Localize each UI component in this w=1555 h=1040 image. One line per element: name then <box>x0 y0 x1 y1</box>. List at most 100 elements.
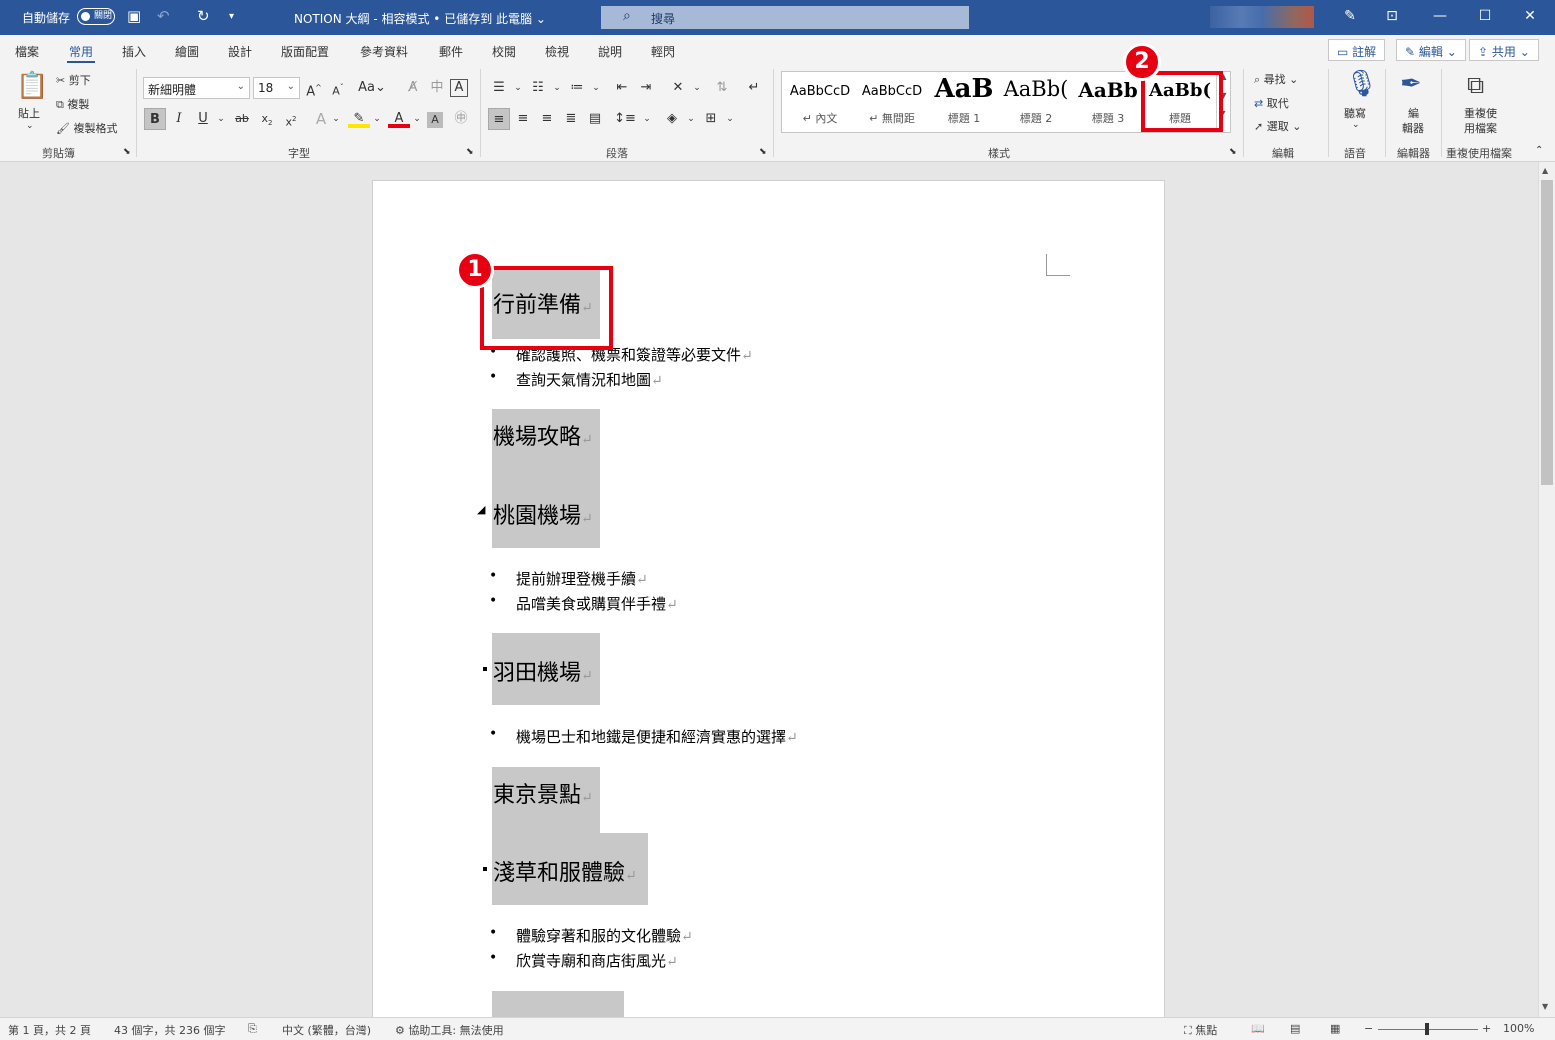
sort-icon[interactable]: ⇅ <box>711 77 733 99</box>
strikethrough-button[interactable]: ab <box>231 108 253 130</box>
search-input[interactable]: ⌕ 搜尋 <box>601 6 969 29</box>
maximize-icon[interactable]: ☐ <box>1475 6 1495 26</box>
undo-icon[interactable]: ↶ <box>157 7 170 25</box>
style-no-spacing[interactable]: AaBbCcD ↵ 無間距 <box>856 72 928 132</box>
list-item[interactable]: 品嚐美食或購買伴手禮↵ <box>489 593 678 614</box>
outline-handle[interactable] <box>483 867 487 871</box>
chevron-down-icon[interactable]: ⌄ <box>366 108 388 130</box>
chevron-down-icon[interactable]: ⌄ <box>636 108 658 130</box>
character-shading-icon[interactable]: A <box>427 112 443 128</box>
zoom-out-icon[interactable]: − <box>1364 1022 1373 1035</box>
zoom-level[interactable]: 100% <box>1503 1022 1534 1035</box>
editor-label-2[interactable]: 輯器 <box>1402 120 1424 136</box>
dictate-button[interactable]: 聽寫 <box>1344 105 1366 121</box>
zoom-slider-thumb[interactable] <box>1425 1023 1429 1035</box>
italic-button[interactable]: I <box>168 108 190 130</box>
style-heading-1[interactable]: AaB 標題 1 <box>928 72 1000 132</box>
tab-home[interactable]: 常用 <box>66 43 96 63</box>
list-item[interactable]: 體驗穿著和服的文化體驗↵ <box>489 925 693 946</box>
collapse-triangle-icon[interactable]: ◢ <box>477 503 485 516</box>
vertical-scrollbar[interactable]: ▲ ▼ <box>1538 162 1555 1017</box>
cut-button[interactable]: ✂ 剪下 <box>56 72 91 88</box>
web-layout-icon[interactable]: ▦ <box>1330 1022 1340 1035</box>
tab-view[interactable]: 檢視 <box>545 43 569 60</box>
find-button[interactable]: ⌕ 尋找 ⌄ <box>1254 71 1298 87</box>
heading-6-partial[interactable] <box>492 991 624 1017</box>
reuse-label-2[interactable]: 用檔案 <box>1464 120 1497 136</box>
outline-handle[interactable] <box>483 667 487 671</box>
scrollbar-thumb[interactable] <box>1541 180 1553 485</box>
distributed-button[interactable]: ▤ <box>584 108 606 130</box>
font-size-select[interactable]: 18 ⌄ <box>253 77 300 99</box>
chevron-down-icon[interactable]: ⌄ <box>719 108 741 130</box>
pen-icon[interactable]: ✎ <box>1340 6 1360 26</box>
align-right-button[interactable]: ≡ <box>536 108 558 130</box>
proofing-icon[interactable]: ⎘ <box>248 1022 257 1036</box>
replace-button[interactable]: ⇄ 取代 <box>1254 95 1289 111</box>
ribbon-display-icon[interactable]: ⊡ <box>1382 6 1402 26</box>
scroll-down-icon[interactable]: ▼ <box>1542 1002 1548 1011</box>
share-button[interactable]: ⇪ 共用 ⌄ <box>1469 39 1539 61</box>
autosave-toggle[interactable]: 關閉 <box>77 8 115 25</box>
increase-indent-icon[interactable]: ⇥ <box>635 77 657 99</box>
chevron-down-icon[interactable]: ⌄ <box>546 77 568 99</box>
select-button[interactable]: ➚ 選取 ⌄ <box>1254 118 1301 134</box>
style-heading-2[interactable]: AaBb( 標題 2 <box>1000 72 1072 132</box>
align-left-button[interactable]: ≡ <box>488 108 510 130</box>
redo-icon[interactable]: ↻ <box>197 7 210 25</box>
editor-icon[interactable]: ✒ <box>1400 69 1422 99</box>
show-marks-icon[interactable]: ↵ <box>743 77 765 99</box>
chevron-down-icon[interactable]: ⌄ <box>1352 120 1360 130</box>
reuse-label-1[interactable]: 重複使 <box>1464 105 1497 121</box>
list-item[interactable]: 欣賞寺廟和商店街風光↵ <box>489 950 678 971</box>
grow-font-button[interactable]: A^ <box>303 77 325 99</box>
paste-button[interactable]: 貼上 <box>18 105 40 121</box>
accessibility-status[interactable]: ⚙ 協助工具: 無法使用 <box>395 1022 504 1038</box>
heading-3[interactable]: 羽田機場↵ <box>492 633 600 705</box>
justify-button[interactable]: ≣ <box>560 108 582 130</box>
chevron-down-icon[interactable]: ⌄ <box>686 77 708 99</box>
line-spacing-icon[interactable]: ↕≡ <box>614 108 636 130</box>
chevron-down-icon[interactable]: ⌄ <box>680 108 702 130</box>
align-center-button[interactable]: ≡ <box>512 108 534 130</box>
enclose-characters-icon[interactable]: ㊥ <box>450 108 472 130</box>
chevron-down-icon[interactable]: ⌄ <box>507 77 529 99</box>
scroll-up-icon[interactable]: ▲ <box>1542 166 1548 175</box>
minimize-icon[interactable]: — <box>1430 6 1450 26</box>
copy-button[interactable]: ⧉ 複製 <box>56 96 89 112</box>
language[interactable]: 中文 (繁體，台灣) <box>282 1022 371 1038</box>
tab-help[interactable]: 說明 <box>598 43 622 60</box>
clear-formatting-icon[interactable]: A̸ <box>402 77 424 99</box>
shrink-font-button[interactable]: Aˇ <box>327 77 349 99</box>
tab-references[interactable]: 參考資料 <box>360 43 408 60</box>
chevron-down-icon[interactable]: ⌄ <box>26 121 34 131</box>
dialog-launcher-icon[interactable]: ⬊ <box>123 147 131 157</box>
bold-button[interactable]: B <box>144 108 166 130</box>
tab-extra[interactable]: 輕閃 <box>651 43 675 60</box>
format-painter-button[interactable]: 🖌 複製格式 <box>56 120 117 136</box>
decrease-indent-icon[interactable]: ⇤ <box>611 77 633 99</box>
character-border-icon[interactable]: A <box>450 79 468 97</box>
chevron-down-icon[interactable]: ⌄ <box>210 108 232 130</box>
paste-icon[interactable]: 📋 <box>16 71 48 101</box>
chevron-down-icon[interactable]: ⌄ <box>325 108 347 130</box>
tab-layout[interactable]: 版面配置 <box>281 43 329 60</box>
page-count[interactable]: 第 1 頁，共 2 頁 <box>8 1022 91 1038</box>
document-title[interactable]: NOTION 大綱 - 相容模式 • 已儲存到 此電腦 ⌄ <box>294 10 546 27</box>
customize-toolbar-icon[interactable]: ▾ <box>229 11 234 22</box>
font-name-select[interactable]: 新細明體 ⌄ <box>143 77 250 99</box>
list-item[interactable]: 提前辦理登機手續↵ <box>489 568 648 589</box>
tab-insert[interactable]: 插入 <box>122 43 146 60</box>
chevron-down-icon[interactable]: ⌄ <box>585 77 607 99</box>
collapse-ribbon-icon[interactable]: ⌃ <box>1535 145 1543 156</box>
chevron-down-icon[interactable]: ⌄ <box>406 108 428 130</box>
editing-mode-button[interactable]: ✎ 編輯 ⌄ <box>1396 39 1466 61</box>
tab-design[interactable]: 設計 <box>228 43 252 60</box>
comments-button[interactable]: ▭ 註解 <box>1328 39 1386 61</box>
tab-mailings[interactable]: 郵件 <box>439 43 463 60</box>
style-normal[interactable]: AaBbCcD ↵ 內文 <box>784 72 856 132</box>
style-heading-3[interactable]: AaBb 標題 3 <box>1072 72 1144 132</box>
heading-5[interactable]: 淺草和服體驗↵ <box>492 833 648 905</box>
tab-file[interactable]: 檔案 <box>15 43 39 60</box>
focus-button[interactable]: ⛶ 焦點 <box>1184 1022 1217 1038</box>
